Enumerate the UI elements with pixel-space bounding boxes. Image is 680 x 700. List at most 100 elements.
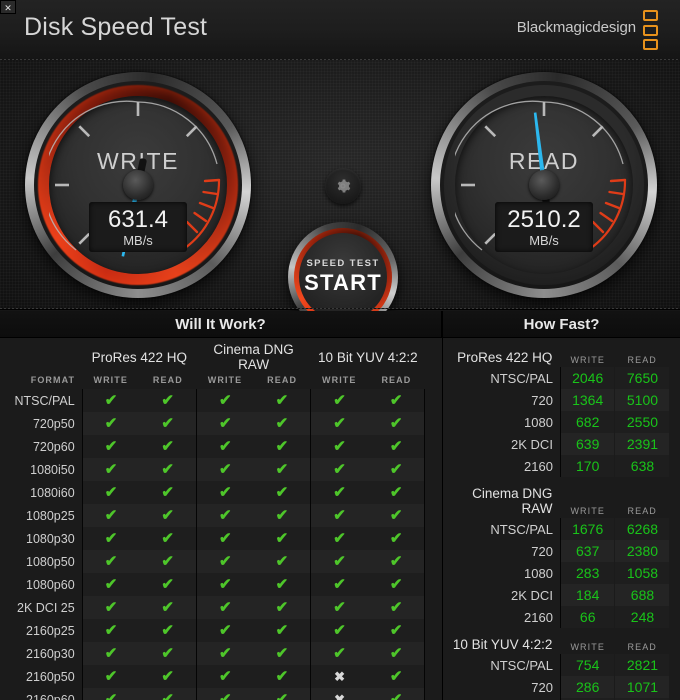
read-column-header: READ	[627, 355, 657, 365]
read-column-header: READ	[627, 642, 657, 652]
write-speed-value: 286	[560, 676, 615, 698]
read-speed-value: 1058	[614, 562, 670, 584]
write-unit: MB/s	[123, 233, 153, 248]
support-pass-icon: ✔	[310, 458, 368, 481]
support-pass-icon: ✔	[139, 596, 197, 619]
support-pass-icon: ✔	[310, 412, 368, 435]
support-pass-icon: ✔	[310, 550, 368, 573]
support-pass-icon: ✔	[139, 458, 197, 481]
will-it-work-body: ProRes 422 HQ Cinema DNG RAW 10 Bit YUV …	[0, 338, 442, 700]
support-pass-icon: ✔	[139, 435, 197, 458]
table-row: 1080 283 1058	[443, 562, 680, 584]
support-pass-icon: ✔	[367, 389, 425, 412]
write-speed-value: 2046	[560, 367, 615, 389]
group-header: Cinema DNG RAW	[213, 342, 294, 372]
sub-header: WRITE	[207, 374, 243, 385]
resolution-label: NTSC/PAL	[443, 654, 561, 676]
support-pass-icon: ✔	[139, 619, 197, 642]
table-row: 720p60 ✔ ✔ ✔ ✔ ✔ ✔	[0, 435, 442, 458]
table-row: 2K DCI 25 ✔ ✔ ✔ ✔ ✔ ✔	[0, 596, 442, 619]
group-header-row: ProRes 422 HQ Cinema DNG RAW 10 Bit YUV …	[0, 338, 442, 373]
support-pass-icon: ✔	[195, 458, 254, 481]
support-pass-icon: ✔	[195, 389, 254, 412]
support-pass-icon: ✔	[367, 504, 425, 527]
support-pass-icon: ✔	[310, 435, 368, 458]
write-gauge: WRITE 631.4 MB/s	[25, 72, 251, 298]
format-label: 2K DCI 25	[0, 596, 83, 619]
support-pass-icon: ✔	[81, 550, 140, 573]
how-fast-table: ProRes 422 HQ WRITE READ NTSC/PAL 2046 7650 72…	[443, 338, 680, 700]
write-gauge-dial: WRITE 631.4 MB/s	[49, 96, 227, 274]
group-header: ProRes 422 HQ	[91, 349, 187, 365]
support-pass-icon: ✔	[139, 550, 197, 573]
write-value: 631.4	[107, 205, 169, 233]
read-speed-value: 2380	[614, 540, 670, 562]
support-pass-icon: ✔	[81, 504, 140, 527]
table-row: 2160p25 ✔ ✔ ✔ ✔ ✔ ✔	[0, 619, 442, 642]
resolution-label: 2K DCI	[443, 433, 561, 455]
resolution-label: 2160	[443, 606, 561, 628]
disk-speed-test-window: ✕ Disk Speed Test Blackmagicdesign WRITE…	[0, 0, 680, 700]
read-speed-value: 5100	[614, 389, 670, 411]
read-speed-value: 2821	[614, 654, 670, 676]
support-pass-icon: ✔	[81, 389, 140, 412]
section-name: Cinema DNG RAW	[472, 486, 553, 516]
table-row: NTSC/PAL 754 2821	[443, 654, 680, 676]
support-pass-icon: ✔	[367, 619, 425, 642]
row-end-pad	[424, 596, 442, 619]
resolution-label: 720	[443, 389, 561, 411]
write-speed-value: 170	[560, 455, 615, 477]
write-speed-value: 639	[560, 433, 615, 455]
support-pass-icon: ✔	[253, 527, 311, 550]
support-pass-icon: ✔	[367, 458, 425, 481]
close-icon[interactable]: ✕	[0, 0, 16, 14]
table-row: NTSC/PAL 2046 7650	[443, 367, 680, 389]
read-speed-value: 1071	[614, 676, 670, 698]
row-end-pad	[424, 481, 442, 504]
table-row: 1080p30 ✔ ✔ ✔ ✔ ✔ ✔	[0, 527, 442, 550]
write-speed-value: 682	[560, 411, 615, 433]
support-pass-icon: ✔	[139, 642, 197, 665]
support-pass-icon: ✔	[81, 527, 140, 550]
will-it-work-rows: NTSC/PAL ✔ ✔ ✔ ✔ ✔ ✔ 720p50 ✔ ✔ ✔ ✔ ✔ ✔ 720p60 ✔ ✔ ✔ ✔ ✔ ✔ 10…	[0, 389, 442, 700]
support-pass-icon: ✔	[81, 619, 140, 642]
read-speed-value: 2391	[614, 433, 670, 455]
table-row: 720 637 2380	[443, 540, 680, 562]
section-name: ProRes 422 HQ	[457, 350, 553, 365]
support-pass-icon: ✔	[139, 665, 197, 688]
read-column-header: READ	[627, 506, 657, 516]
write-column-header: WRITE	[570, 506, 605, 516]
row-end-pad	[424, 435, 442, 458]
support-pass-icon: ✔	[195, 596, 254, 619]
support-pass-icon: ✔	[139, 481, 197, 504]
brand-wordmark: Blackmagicdesign	[516, 19, 636, 36]
support-pass-icon: ✔	[195, 527, 254, 550]
row-end-pad	[424, 573, 442, 596]
format-label: 2160p60	[0, 688, 83, 700]
support-pass-icon: ✔	[81, 665, 140, 688]
support-pass-icon: ✔	[139, 412, 197, 435]
support-pass-icon: ✔	[253, 665, 311, 688]
read-value: 2510.2	[507, 205, 581, 233]
read-speed-value: 688	[614, 584, 670, 606]
section-name: 10 Bit YUV 4:2:2	[452, 637, 553, 652]
support-fail-icon: ✖	[310, 688, 368, 700]
support-pass-icon: ✔	[139, 389, 197, 412]
write-column-header: WRITE	[570, 642, 605, 652]
write-gauge-hub	[123, 170, 153, 200]
support-pass-icon: ✔	[253, 642, 311, 665]
support-pass-icon: ✔	[367, 665, 425, 688]
support-pass-icon: ✔	[195, 435, 254, 458]
sub-header: READ	[267, 374, 298, 385]
support-pass-icon: ✔	[310, 527, 368, 550]
support-pass-icon: ✔	[81, 573, 140, 596]
table-row: 2K DCI 639 2391	[443, 433, 680, 455]
row-end-pad	[424, 412, 442, 435]
table-row: NTSC/PAL ✔ ✔ ✔ ✔ ✔ ✔	[0, 389, 442, 412]
settings-gear-button[interactable]	[325, 168, 361, 204]
support-pass-icon: ✔	[253, 596, 311, 619]
will-it-work-title: Will It Work?	[0, 311, 442, 338]
support-pass-icon: ✔	[253, 504, 311, 527]
support-pass-icon: ✔	[81, 688, 140, 700]
sub-header: WRITE	[322, 374, 357, 385]
